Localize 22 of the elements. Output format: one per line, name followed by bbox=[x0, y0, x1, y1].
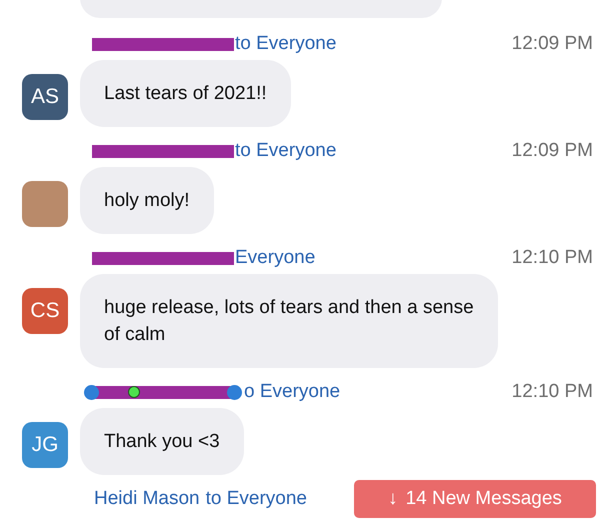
message-bubble: Thank you <3 bbox=[80, 408, 244, 475]
photo-placeholder bbox=[22, 181, 68, 227]
timestamp: 12:09 PM bbox=[512, 138, 593, 163]
message-bubble: holy moly! bbox=[80, 167, 214, 234]
recipient-label: to Everyone bbox=[235, 32, 336, 56]
avatar: JG bbox=[22, 422, 68, 468]
selection-handle-icon bbox=[227, 384, 242, 400]
recipient-label: to Everyone bbox=[235, 138, 336, 163]
sender-name: Heidi Mason bbox=[94, 486, 200, 511]
message-bubble: Last tears of 2021!! bbox=[80, 60, 291, 127]
timestamp: 12:09 PM bbox=[512, 32, 593, 56]
selection-handle-icon bbox=[84, 384, 99, 400]
avatar: CS bbox=[22, 288, 68, 334]
timestamp: 12:10 PM bbox=[512, 380, 593, 404]
new-messages-button[interactable]: ↓ 14 New Messages bbox=[354, 480, 596, 518]
recipient-label: to Everyone bbox=[206, 486, 308, 511]
down-arrow-icon: ↓ bbox=[388, 484, 398, 514]
recipient-label: o Everyone bbox=[244, 380, 340, 404]
recipient-label: Everyone bbox=[235, 246, 316, 270]
timestamp: 12:10 PM bbox=[512, 246, 593, 270]
message-bubble: huge release, lots of tears and then a sense of calm bbox=[80, 274, 498, 368]
avatar: AS bbox=[22, 74, 68, 120]
